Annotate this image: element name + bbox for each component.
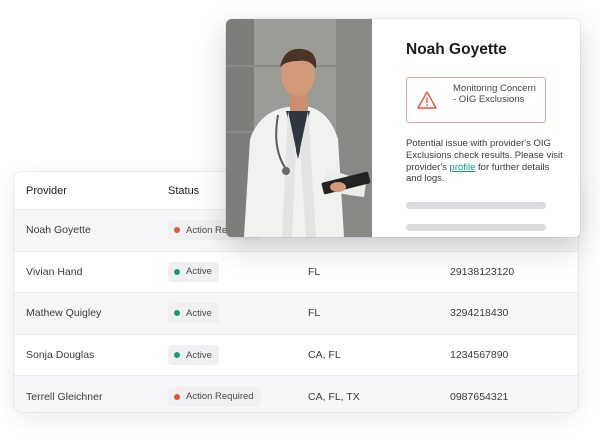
state-cell: CA, FL [308, 349, 341, 362]
provider-name-cell[interactable]: Vivian Hand [26, 266, 82, 278]
provider-name-cell[interactable]: Noah Goyette [26, 224, 91, 236]
provider-photo [226, 19, 372, 237]
table-row[interactable]: Terrell Gleichner Action Required CA, FL, … [14, 376, 578, 412]
profile-link[interactable]: profile [450, 162, 476, 173]
status-dot [174, 393, 180, 400]
table-row[interactable]: Mathew Quigley Active FL 3294218430 [14, 293, 578, 335]
npi-cell: 1234567890 [450, 349, 509, 362]
status-dot [174, 268, 180, 275]
provider-name-cell[interactable]: Terrell Gleichner [26, 391, 102, 403]
column-header-status[interactable]: Status [168, 185, 199, 197]
stage: Provider Status Noah Goyette Action Requi… [0, 0, 600, 437]
table-row[interactable]: Sonja Douglas Active CA, FL 1234567890 [14, 335, 578, 377]
provider-name-cell[interactable]: Sonja Douglas [26, 349, 94, 361]
npi-cell: 3294218430 [450, 307, 509, 320]
warning-triangle-icon [417, 90, 437, 110]
status-label: Active [186, 349, 212, 361]
state-cell: FL [308, 307, 321, 320]
status-label: Active [186, 307, 212, 319]
table-row[interactable]: Vivian Hand Active FL 29138123120 [14, 252, 578, 294]
monitoring-alert: Monitoring Concern - OIG Exclusions [406, 77, 546, 123]
state-cell: FL [308, 265, 321, 278]
status-dot [174, 227, 180, 234]
provider-name: Noah Goyette [406, 41, 507, 58]
provider-detail-popup: Noah Goyette Monitoring Concern - OIG Ex… [226, 19, 580, 237]
loading-placeholder-bar [406, 224, 546, 231]
npi-cell: 29138123120 [450, 265, 515, 278]
table-body: Noah Goyette Action Required Vivian Hand Ac… [14, 210, 578, 412]
state-cell: CA, FL, TX [308, 390, 360, 403]
status-label: Active [186, 266, 212, 278]
alert-description: Potential issue with provider's OIG Excl… [406, 138, 566, 185]
provider-name-cell[interactable]: Mathew Quigley [26, 307, 101, 319]
npi-cell: 0987654321 [450, 390, 509, 403]
status-dot [174, 352, 180, 359]
status-badge: Active [168, 261, 219, 282]
loading-placeholder-bar [406, 202, 546, 209]
alert-text: Monitoring Concern - OIG Exclusions [453, 83, 536, 105]
status-dot [174, 310, 180, 317]
status-badge: Active [168, 303, 219, 324]
status-label: Action Required [186, 391, 254, 403]
status-badge: Active [168, 345, 219, 366]
column-header-provider[interactable]: Provider [26, 185, 67, 197]
status-badge: Action Required [168, 386, 261, 407]
doctor-illustration [226, 19, 372, 237]
